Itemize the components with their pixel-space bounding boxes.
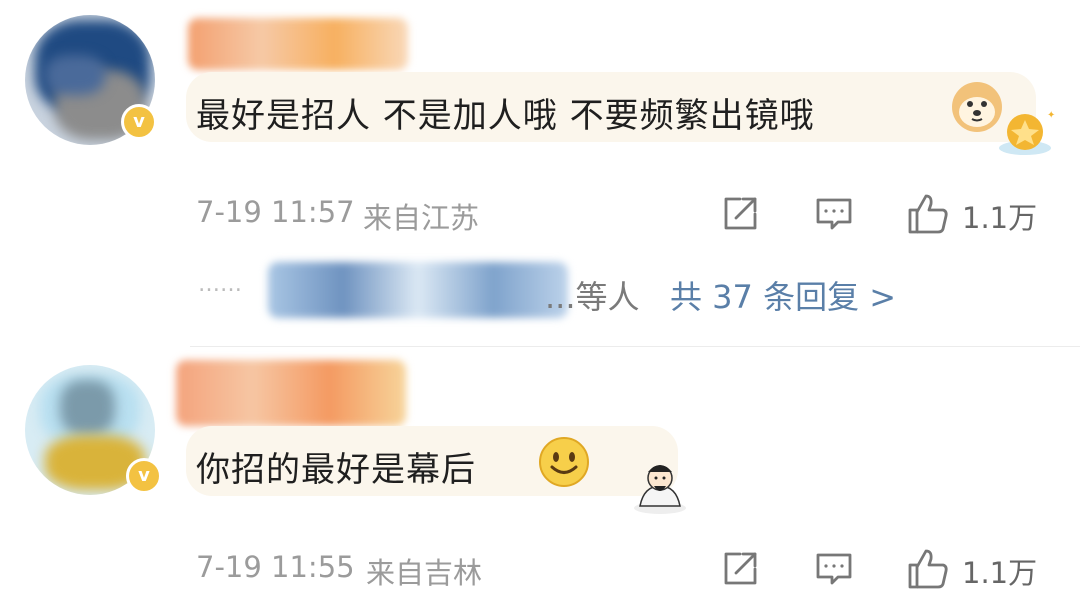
user-name-blurred[interactable]: [188, 18, 408, 70]
like-count: 1.1万: [962, 556, 1038, 590]
svg-text:✦: ✦: [1047, 110, 1055, 121]
smile-emoji: [538, 436, 590, 488]
like-icon[interactable]: [906, 547, 950, 591]
user-name-blurred[interactable]: [176, 360, 406, 426]
comment-location: 来自吉林: [366, 556, 483, 590]
view-replies-link[interactable]: 共 37 条回复 >: [670, 272, 896, 318]
comment-text: 最好是招人 不是加人哦 不要频繁出镜哦: [196, 96, 815, 136]
comment-icon[interactable]: [814, 194, 854, 234]
like-count: 1.1万: [962, 201, 1038, 235]
comment-time: 7-19 11:55: [196, 550, 355, 584]
v-badge-icon: v: [126, 458, 162, 494]
scholar-sticker: [630, 456, 692, 516]
reply-dots: ……: [198, 272, 242, 297]
share-icon[interactable]: [720, 194, 760, 234]
gold-star-badge-icon: ✦: [995, 108, 1055, 158]
comment-text: 你招的最好是幕后: [196, 450, 476, 490]
v-badge-icon: v: [121, 104, 157, 140]
comment-time: 7-19 11:57: [196, 195, 355, 229]
reply-user-names-blurred[interactable]: [268, 262, 568, 318]
reply-others: ...等人: [545, 278, 640, 316]
comment-divider: [190, 346, 1080, 347]
comment-icon[interactable]: [814, 549, 854, 589]
share-icon[interactable]: [720, 549, 760, 589]
like-icon[interactable]: [906, 192, 950, 236]
comment-location: 来自江苏: [363, 201, 480, 235]
